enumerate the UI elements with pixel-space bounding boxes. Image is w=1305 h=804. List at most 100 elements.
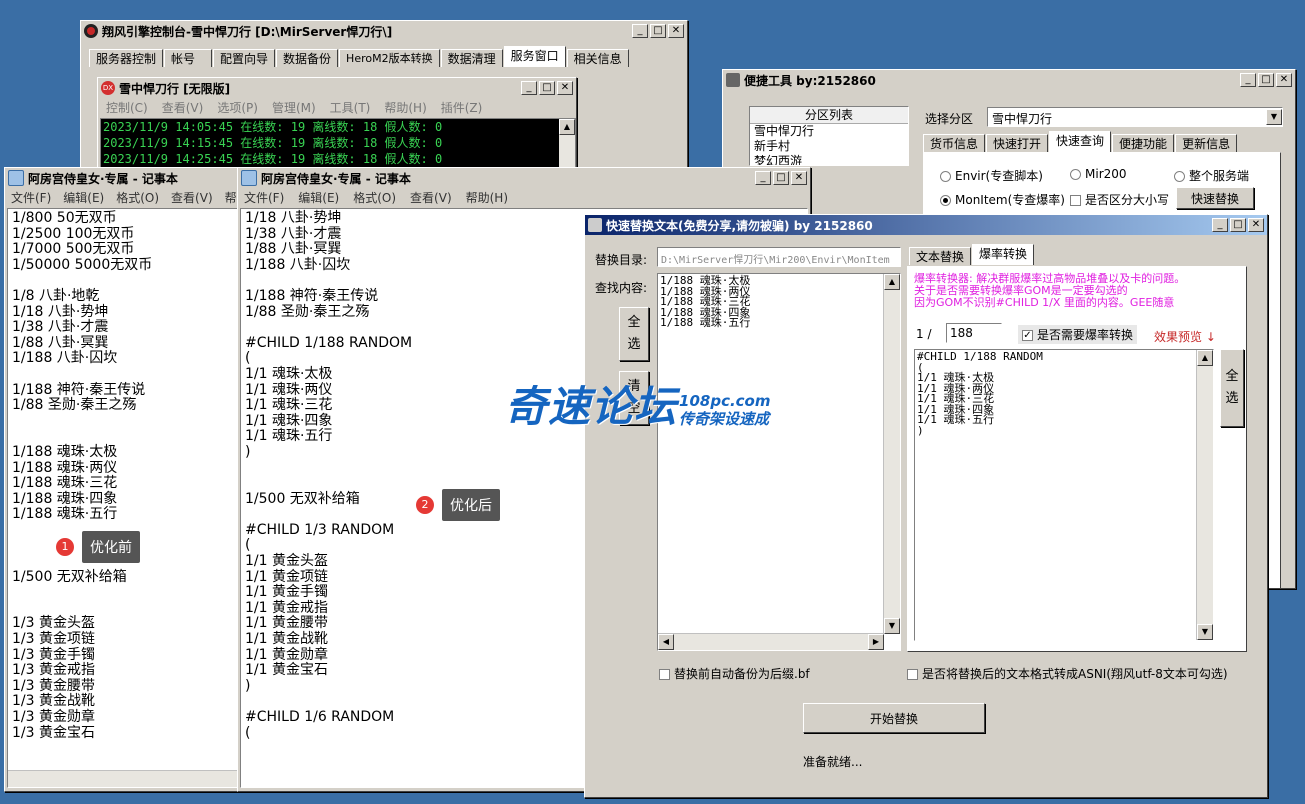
menu-help[interactable]: 帮助(H) xyxy=(466,189,508,206)
notepad-before-titlebar[interactable]: 阿房宫侍皇女·专属 - 记事本 xyxy=(5,168,243,188)
menu-plugins[interactable]: 插件(Z) xyxy=(441,99,483,116)
menu-file[interactable]: 文件(F) xyxy=(244,189,284,206)
radio-monitem[interactable]: MonItem(专查爆率) xyxy=(940,191,1065,208)
scroll-left-icon[interactable]: ◀ xyxy=(658,634,674,650)
scroll-down-icon[interactable]: ▼ xyxy=(884,618,900,634)
tab-quick-open[interactable]: 快速打开 xyxy=(986,134,1049,152)
tab-rate-convert[interactable]: 爆率转换 xyxy=(972,244,1035,265)
horizontal-scrollbar[interactable]: ◀ ▶ xyxy=(658,633,884,650)
close-icon[interactable]: ✕ xyxy=(1276,73,1292,87)
convert-checkbox[interactable]: ✓ 是否需要爆率转换 xyxy=(1018,325,1138,344)
ansi-checkbox[interactable]: 是否将替换后的文本格式转成ASNI(翔风utf-8文本可勾选) xyxy=(907,665,1228,682)
maximize-icon[interactable]: □ xyxy=(1230,218,1246,232)
tab-service-window[interactable]: 服务窗口 xyxy=(503,46,566,67)
quick-replace-button[interactable]: 快速替换 xyxy=(1176,187,1254,209)
tab-quick-query[interactable]: 快速查询 xyxy=(1049,131,1112,152)
partition-select[interactable]: 雪中悍刀行 ▼ xyxy=(987,107,1283,127)
close-icon[interactable]: ✕ xyxy=(668,24,684,38)
main-console-tabs: 服务器控制 帐号 配置向导 数据备份 HeroM2版本转换 数据清理 服务窗口 … xyxy=(89,46,629,67)
replace-tool-titlebar[interactable]: 快速替换文本(免费分享,请勿被骗) by 2152860 _ □ ✕ xyxy=(585,215,1267,235)
text-line: 1/800 50无双币 xyxy=(12,210,117,226)
scroll-right-icon[interactable]: ▶ xyxy=(868,634,884,650)
menu-view[interactable]: 查看(V) xyxy=(171,189,213,206)
menu-edit[interactable]: 编辑(E) xyxy=(63,189,104,206)
menu-help[interactable]: 帮 xyxy=(225,189,237,206)
text-line: 1/88 八卦·冥巽 xyxy=(12,334,109,351)
close-icon[interactable]: ✕ xyxy=(1248,218,1264,232)
replace-app-icon xyxy=(588,218,602,232)
minimize-icon[interactable]: _ xyxy=(755,171,771,185)
tab-text-replace[interactable]: 文本替换 xyxy=(909,247,972,265)
scroll-up-icon[interactable]: ▲ xyxy=(884,274,900,290)
maximize-icon[interactable]: □ xyxy=(773,171,789,185)
scroll-up-icon[interactable]: ▲ xyxy=(1197,350,1213,366)
menu-control[interactable]: 控制(C) xyxy=(106,99,148,116)
close-icon[interactable]: ✕ xyxy=(791,171,807,185)
dir-input[interactable]: D:\MirServer悍刀行\Mir200\Envir\MonItem xyxy=(657,247,901,267)
tab-data-cleanup[interactable]: 数据清理 xyxy=(440,49,503,67)
badge-number-2: 2 xyxy=(414,494,436,516)
maximize-icon[interactable]: □ xyxy=(650,24,666,38)
menu-help[interactable]: 帮助(H) xyxy=(384,99,426,116)
tab-herom2-convert[interactable]: HeroM2版本转换 xyxy=(339,49,440,67)
rate-input[interactable]: 188 xyxy=(946,323,1002,343)
tab-about[interactable]: 相关信息 xyxy=(566,49,629,67)
menu-view[interactable]: 查看(V) xyxy=(410,189,452,206)
menu-file[interactable]: 文件(F) xyxy=(11,189,51,206)
minimize-icon[interactable]: _ xyxy=(1240,73,1256,87)
menu-options[interactable]: 选项(P) xyxy=(217,99,258,116)
radio-whole-server[interactable]: 整个服务端 xyxy=(1174,167,1249,184)
preview-textarea[interactable]: #CHILD 1/188 RANDOM(1/1 魂珠·太极 1/1 魂珠·两仪 1/… xyxy=(914,349,1214,641)
select-all-button[interactable]: 全选 xyxy=(619,307,649,361)
menu-tools[interactable]: 工具(T) xyxy=(330,99,371,116)
menu-view[interactable]: 查看(V) xyxy=(162,99,204,116)
vertical-scrollbar[interactable]: ▲ ▼ xyxy=(883,274,900,634)
notepad-before-text: 1/800 50无双币 1/2500 100无双币 1/7000 500无双币 1/5… xyxy=(8,209,240,743)
chevron-down-icon[interactable]: ▼ xyxy=(1266,109,1282,125)
shortcut-tool-titlebar[interactable]: 便捷工具 by:2152860 _ □ ✕ xyxy=(723,70,1295,90)
maximize-icon[interactable]: □ xyxy=(539,81,555,95)
notepad-after-titlebar[interactable]: 阿房宫侍皇女·专属 - 记事本 _ □ ✕ xyxy=(238,168,810,188)
tab-data-backup[interactable]: 数据备份 xyxy=(276,49,339,67)
start-replace-button[interactable]: 开始替换 xyxy=(803,703,985,733)
menu-format[interactable]: 格式(O) xyxy=(353,189,396,206)
radio-mir200[interactable]: Mir200 xyxy=(1070,167,1127,181)
horizontal-scrollbar[interactable] xyxy=(8,770,240,787)
find-content-textarea[interactable]: 1/188 魂珠·太极 1/188 魂珠·两仪 1/188 魂珠·三花 1/188 魂… xyxy=(657,273,901,651)
right-select-all-button[interactable]: 全选 xyxy=(1220,349,1244,427)
minimize-icon[interactable]: _ xyxy=(632,24,648,38)
minimize-icon[interactable]: _ xyxy=(1212,218,1228,232)
tab-config-wizard[interactable]: 配置向导 xyxy=(213,49,276,67)
find-content-text: 1/188 魂珠·太极 1/188 魂珠·两仪 1/188 魂珠·三花 1/188 魂… xyxy=(658,274,900,331)
list-item[interactable]: 梦幻西游 xyxy=(750,154,908,165)
tab-server-control[interactable]: 服务器控制 xyxy=(89,49,164,67)
menu-manage[interactable]: 管理(M) xyxy=(272,99,316,116)
main-console-titlebar[interactable]: 翔风引擎控制台-雪中悍刀行 [D:\MirServer悍刀行\] _ □ ✕ xyxy=(81,21,687,41)
close-icon[interactable]: ✕ xyxy=(557,81,573,95)
menu-format[interactable]: 格式(O) xyxy=(116,189,159,206)
rate-input-value: 188 xyxy=(950,326,973,340)
minimize-icon[interactable]: _ xyxy=(521,81,537,95)
inner-server-titlebar[interactable]: DX 雪中悍刀行 [无限版] _ □ ✕ xyxy=(98,78,576,98)
backup-checkbox[interactable]: 替换前自动备份为后缀.bf xyxy=(659,665,810,682)
notepad-before-editor[interactable]: 1/800 50无双币 1/2500 100无双币 1/7000 500无双币 1/5… xyxy=(7,208,241,788)
tab-convenience[interactable]: 便捷功能 xyxy=(1112,134,1175,152)
tab-currency-info[interactable]: 货币信息 xyxy=(923,134,986,152)
text-line xyxy=(12,414,236,430)
notepad-after-title: 阿房宫侍皇女·专属 - 记事本 xyxy=(261,171,411,186)
text-line: 1/1 魂珠·五行 xyxy=(917,413,995,426)
partition-list[interactable]: 分区列表 雪中悍刀行 新手村 梦幻西游 xyxy=(749,106,909,166)
list-item[interactable]: 新手村 xyxy=(750,139,908,154)
list-item[interactable]: 雪中悍刀行 xyxy=(750,124,908,139)
scroll-up-icon[interactable]: ▲ xyxy=(559,119,575,135)
tab-update-info[interactable]: 更新信息 xyxy=(1175,134,1238,152)
menu-edit[interactable]: 编辑(E) xyxy=(298,189,339,206)
radio-envir[interactable]: Envir(专查脚本) xyxy=(940,167,1043,184)
text-line: 1/188 魂珠·三花 xyxy=(12,475,118,492)
tab-account[interactable]: 帐号 xyxy=(164,49,213,67)
text-line: 1/188 神符·秦王传说 xyxy=(12,381,146,398)
maximize-icon[interactable]: □ xyxy=(1258,73,1274,87)
vertical-scrollbar[interactable]: ▲ ▼ xyxy=(1196,350,1213,640)
case-sensitive-checkbox[interactable]: 是否区分大小写 xyxy=(1070,191,1169,208)
scroll-down-icon[interactable]: ▼ xyxy=(1197,624,1213,640)
